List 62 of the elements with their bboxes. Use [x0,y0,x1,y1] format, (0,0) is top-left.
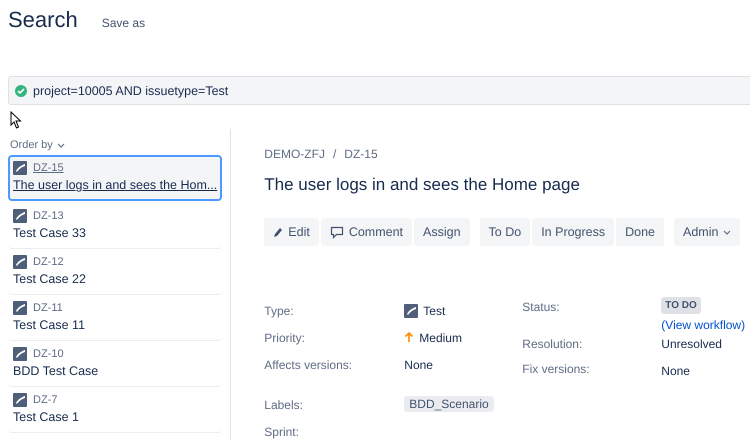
test-type-icon [13,300,27,314]
arrow-up-icon [404,331,414,343]
issue-summary: Test Case 22 [13,272,87,286]
field-value: None [661,364,691,378]
breadcrumb-link[interactable]: DZ-15 [344,147,378,161]
field-value: Test [404,304,522,331]
query-field[interactable]: project=10005 AND issuetype=Test [8,76,750,105]
issue-list-item[interactable]: DZ-15 The user logs in and sees the Hom... [8,155,222,201]
issue-summary: Test Case 1 [13,410,80,424]
status-lozenge: TO DO [661,297,701,314]
field-label: Affects versions: [264,358,354,374]
breadcrumb-link[interactable]: DEMO-ZFJ [264,147,325,161]
field-value: Medium [404,331,522,358]
issue-list-item[interactable]: DZ-10 BDD Test Case [8,341,222,387]
chevron-down-icon [56,142,65,148]
toolbar-button[interactable]: To Do [480,218,530,246]
field-label: Sprint: [264,425,300,440]
field-value: Unresolved [661,337,723,351]
field-label: Type: [264,304,295,320]
issue-list-item[interactable]: DZ-7 Test Case 1 [8,387,222,433]
test-type-icon [13,346,27,360]
issue-summary: BDD Test Case [13,364,100,378]
field-label: Priority: [264,331,306,347]
chevron-down-icon [723,230,732,234]
test-type-icon [13,208,27,222]
issue-list-item[interactable]: DZ-12 Test Case 22 [8,249,222,295]
issue-list-item[interactable]: DZ-13 Test Case 33 [8,203,222,249]
issue-key: DZ-15 [33,162,64,174]
label-tag[interactable]: BDD_Scenario [404,396,494,412]
save-as-link[interactable]: Save as [102,16,146,30]
toolbar-button[interactable]: Done [616,218,664,246]
issue-key: DZ-10 [33,348,64,360]
issue-summary: The user logs in and sees the Hom... [13,178,218,192]
issue-list-item[interactable]: DZ-11 Test Case 11 [8,295,222,341]
dropdown-button[interactable]: Admin [674,218,740,246]
test-type-icon [404,304,418,318]
view-workflow-link[interactable]: (View workflow) [661,318,750,332]
test-type-icon [13,254,27,268]
page-title: Search [8,7,78,33]
toolbar-button[interactable]: In Progress [532,218,614,246]
mouse-cursor-icon [10,111,22,129]
issue-summary: Test Case 11 [13,318,86,332]
field-label: Status: [522,300,561,314]
field-value: None [404,358,434,374]
toolbar-button[interactable]: Assign [414,218,470,246]
toolbar-button[interactable]: Edit [264,218,319,246]
field-label: Labels: [264,397,304,414]
issue-key: DZ-13 [33,210,64,222]
toolbar-button[interactable]: Comment [320,218,412,246]
issue-title: The user logs in and sees the Home page [264,175,581,195]
test-type-icon [13,392,27,406]
order-by-button[interactable]: Order by [8,137,65,153]
issue-key: DZ-12 [33,256,64,268]
test-type-icon [13,160,27,174]
issue-key: DZ-11 [33,302,63,314]
pencil-icon [273,226,284,238]
issue-summary: Test Case 33 [13,226,87,240]
breadcrumb-separator: / [332,147,336,161]
field-label: Resolution: [522,337,584,351]
comment-icon [330,226,344,238]
field-label: Fix versions: [522,362,591,378]
issue-key: DZ-7 [33,394,58,406]
